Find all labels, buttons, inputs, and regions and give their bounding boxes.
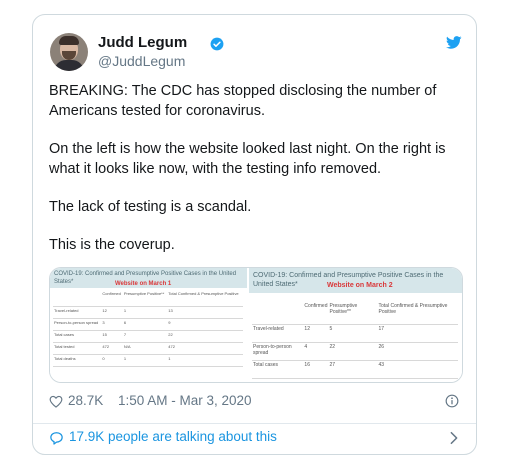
table-cell: 0 <box>101 354 123 367</box>
table-header: Presumptive Positive** <box>122 290 168 307</box>
table-row: Travel-related 12 5 17 <box>252 324 458 343</box>
table-row: Total deaths 0 1 1 <box>53 354 243 367</box>
table-cell: 26 <box>377 342 458 361</box>
table-header: Confirmed <box>303 302 329 325</box>
table-cell: 27 <box>328 360 378 379</box>
table-cell: 13 <box>167 306 243 319</box>
table-cell: Total cases <box>252 360 304 379</box>
image-title: COVID-19: Confirmed and Presumptive Posi… <box>249 268 462 293</box>
avatar[interactable] <box>50 33 88 71</box>
table-cell: 3 <box>101 318 123 331</box>
tweet-paragraph: On the left is how the website looked la… <box>49 141 446 177</box>
media-image-right[interactable]: COVID-19: Confirmed and Presumptive Posi… <box>249 268 462 382</box>
table-cell: 6 <box>122 318 168 331</box>
tweet-paragraph: BREAKING: The CDC has stopped disclosing… <box>49 83 437 119</box>
table-header <box>252 302 304 325</box>
cases-table: Confirmed Presumptive Positive** Total C… <box>53 290 243 367</box>
table-row: Total cases 16 27 43 <box>252 360 458 379</box>
table-header: Total Confirmed & Presumptive Positive <box>167 290 243 307</box>
heart-icon[interactable] <box>49 395 63 408</box>
table-header: Presumptive Positive** <box>328 302 378 325</box>
table-cell: Person-to-person spread <box>252 342 304 361</box>
chevron-right-icon <box>450 431 458 445</box>
tweet-media[interactable]: COVID-19: Confirmed and Presumptive Posi… <box>49 267 463 383</box>
table-cell: 22 <box>328 342 378 361</box>
tweet-card[interactable]: Judd Legum @JuddLegum BREAKING: The CDC … <box>32 14 477 455</box>
table-cell: 7 <box>122 330 168 343</box>
table-cell: Total deaths <box>53 354 102 367</box>
info-icon[interactable] <box>445 394 459 408</box>
table-header <box>53 290 102 307</box>
table-cell: 43 <box>377 360 458 379</box>
verified-badge-icon <box>210 37 224 51</box>
table-cell: 472 <box>101 342 123 355</box>
table-cell: 4 <box>303 342 329 361</box>
table-cell: 9 <box>167 318 243 331</box>
table-header: Total Confirmed & Presumptive Positive <box>377 302 458 325</box>
cases-table: Confirmed Presumptive Positive** Total C… <box>252 302 458 379</box>
table-cell: 1 <box>122 354 168 367</box>
table-cell: N/A <box>122 342 168 355</box>
table-cell: Total cases <box>53 330 102 343</box>
tweet-paragraph: The lack of testing is a scandal. <box>49 199 252 215</box>
table-cell: 472 <box>167 342 243 355</box>
table-cell: Travel-related <box>53 306 102 319</box>
timestamp-link[interactable]: 1:50 AM - Mar 3, 2020 <box>118 393 252 408</box>
table-row: Total cases 15 7 22 <box>53 330 243 343</box>
conversation-text: 17.9K people are talking about this <box>69 429 277 444</box>
image-label: Website on March 2 <box>327 282 393 289</box>
table-cell: 12 <box>303 324 329 343</box>
table-cell: 17 <box>377 324 458 343</box>
table-cell: 5 <box>328 324 378 343</box>
twitter-bird-icon[interactable] <box>446 36 462 49</box>
table-row: Total tested 472 N/A 472 <box>53 342 243 355</box>
table-row: Travel-related 12 1 13 <box>53 306 243 319</box>
tweet-paragraph: This is the coverup. <box>49 237 175 253</box>
table-cell: 1 <box>167 354 243 367</box>
table-cell: Total tested <box>53 342 102 355</box>
table-row: Person-to-person spread 4 22 26 <box>252 342 458 361</box>
image-label: Website on March 1 <box>115 281 172 287</box>
table-cell: 15 <box>101 330 123 343</box>
media-image-left[interactable]: COVID-19: Confirmed and Presumptive Posi… <box>50 268 249 382</box>
table-cell: Person-to-person spread <box>53 318 102 331</box>
table-cell: 12 <box>101 306 123 319</box>
tweet-text: BREAKING: The CDC has stopped disclosing… <box>49 81 469 273</box>
conversation-link[interactable]: 17.9K people are talking about this <box>49 429 461 449</box>
author-name[interactable]: Judd Legum <box>98 34 187 51</box>
table-cell: 1 <box>122 306 168 319</box>
author-handle[interactable]: @JuddLegum <box>98 53 185 69</box>
table-cell: Travel-related <box>252 324 304 343</box>
conversation-icon <box>50 432 63 445</box>
table-cell: 22 <box>167 330 243 343</box>
divider <box>33 423 476 424</box>
table-row: Person-to-person spread 3 6 9 <box>53 318 243 331</box>
table-cell: 16 <box>303 360 329 379</box>
table-header: Confirmed <box>101 290 123 307</box>
like-count[interactable]: 28.7K <box>68 393 103 408</box>
